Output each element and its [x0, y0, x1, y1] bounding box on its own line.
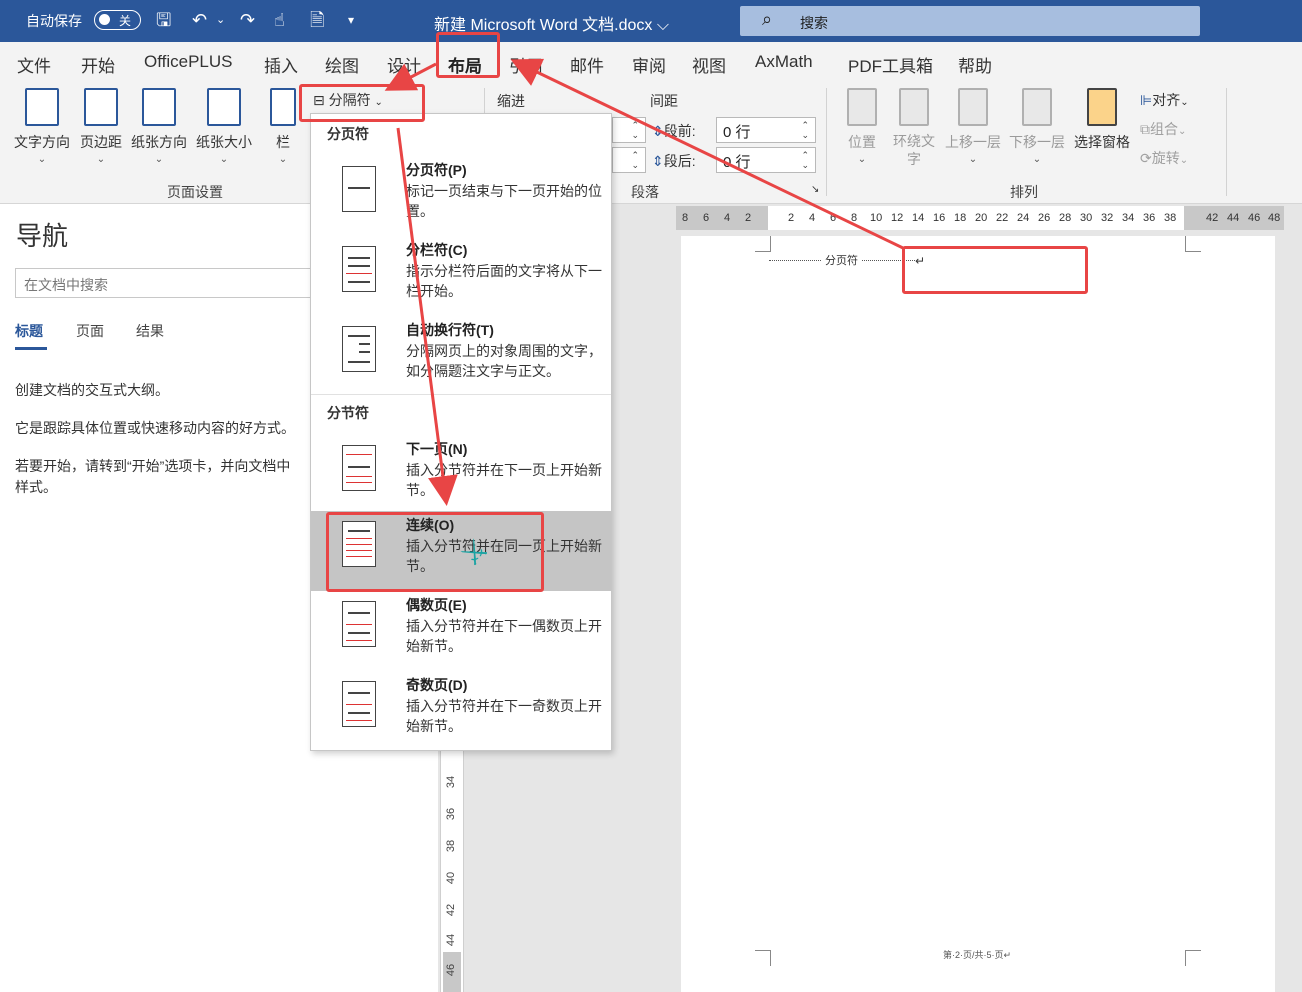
annotation-arrows	[384, 58, 904, 506]
arrow-to-breaks	[384, 62, 437, 91]
arrow-to-continuous	[396, 127, 458, 506]
arrow-to-layout-tab	[510, 58, 904, 250]
